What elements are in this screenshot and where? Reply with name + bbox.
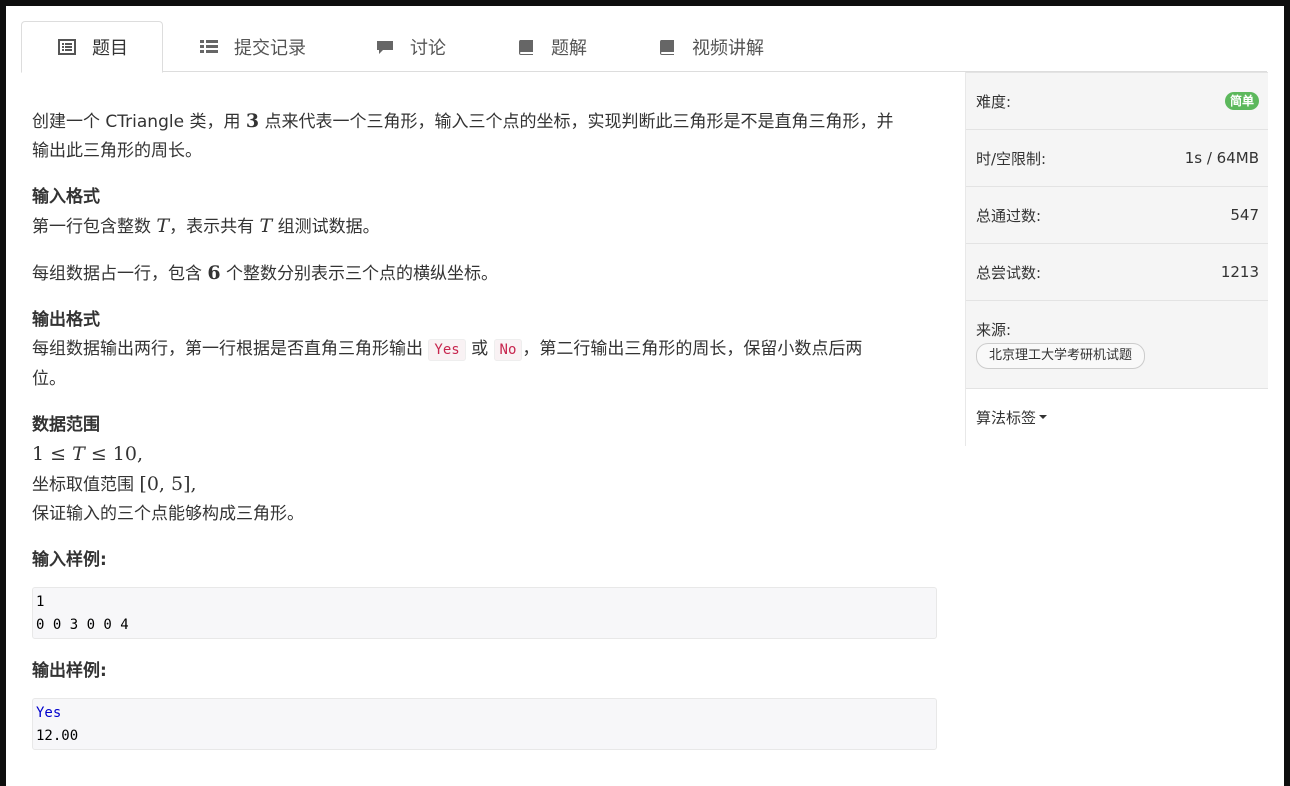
tab-label: 提交记录 (234, 37, 306, 59)
math-var: T (259, 215, 273, 237)
tab-discussion[interactable]: 讨论 (376, 21, 446, 72)
sample-input-heading: 输入样例: (32, 550, 107, 570)
text: 点来代表一个三角形，输入三个点的坐标，实现判断此三角形是不是直角三角形，并 (259, 112, 894, 132)
math-number: 6 (207, 262, 221, 284)
difficulty-row: 难度: 简单 (966, 72, 1268, 130)
tab-solutions[interactable]: 题解 (517, 21, 587, 72)
source-label: 来源: (976, 321, 1012, 339)
algorithm-tags-toggle[interactable]: 算法标签 (966, 389, 1268, 445)
problem-description: 创建一个 CTriangle 类，用 3 点来代表一个三角形，输入三个点的坐标，… (32, 107, 937, 166)
math-var: T (156, 215, 170, 237)
text: 坐标取值范围 (32, 475, 140, 495)
tried-label: 总尝试数: (976, 263, 1042, 282)
tried-value: 1213 (1220, 263, 1259, 281)
text: 组测试数据。 (272, 217, 380, 237)
text: 第一行包含整数 (32, 217, 157, 237)
text: 每组数据占一行，包含 (32, 264, 208, 284)
problem-page: 题目 提交记录 讨论 题解 视频讲解 创建一个 CTriangle 类，用 3 … (6, 6, 1284, 786)
sample-output-heading: 输出样例: (32, 661, 107, 681)
text: 输出此三角形的周长。 (32, 141, 202, 161)
tab-problem[interactable]: 题目 (21, 21, 163, 73)
range-line-1: 1 ≤ T ≤ 10, (32, 440, 937, 470)
text: ，第二行输出三角形的周长，保留小数点后两 (522, 339, 863, 359)
input-heading: 输入格式 (32, 187, 100, 207)
document-list-icon (58, 39, 76, 55)
book-icon (659, 39, 674, 55)
tab-label: 题目 (92, 38, 128, 59)
comment-icon (377, 40, 393, 54)
text: , (190, 473, 197, 495)
math-op: ≤ (84, 443, 113, 465)
input-line-1: 第一行包含整数 T，表示共有 T 组测试数据。 (32, 212, 937, 242)
caret-down-icon (1039, 415, 1048, 419)
range-line-2: 坐标取值范围 [0, 5], (32, 470, 937, 500)
difficulty-badge: 简单 (1224, 92, 1259, 110)
tab-label: 视频讲解 (692, 37, 764, 59)
list-icon (200, 39, 218, 53)
tab-video[interactable]: 视频讲解 (658, 21, 764, 72)
passed-label: 总通过数: (976, 206, 1042, 225)
sample-input-block[interactable]: 1 0 0 3 0 0 4 (32, 587, 937, 639)
text: 个整数分别表示三个点的横纵坐标。 (220, 264, 499, 284)
input-line-2: 每组数据占一行，包含 6 个整数分别表示三个点的横纵坐标。 (32, 259, 937, 289)
source-tag[interactable]: 北京理工大学考研机试题 (976, 343, 1146, 369)
code-line: 12.00 (36, 728, 79, 744)
code-line: Yes (36, 705, 62, 721)
tab-label: 题解 (551, 37, 587, 59)
text: 位。 (32, 369, 66, 389)
book-icon (518, 39, 533, 55)
tab-label: 讨论 (410, 37, 446, 59)
range-heading: 数据范围 (32, 415, 100, 435)
math-number: 10 (112, 443, 137, 465)
output-heading: 输出格式 (32, 310, 100, 330)
math-var: T (72, 443, 85, 465)
output-description: 每组数据输出两行，第一行根据是否直角三角形输出 Yes 或 No ，第二行输出三角… (32, 335, 937, 394)
text: , (136, 443, 144, 465)
tried-row: 总尝试数: 1213 (966, 244, 1268, 301)
difficulty-label: 难度: (976, 92, 1012, 111)
problem-info-sidebar: 难度: 简单 时/空限制: 1s / 64MB 总通过数: 547 总尝试数: … (965, 72, 1268, 446)
tab-bar: 题目 提交记录 讨论 题解 视频讲解 (21, 21, 1267, 73)
math-op: ≤ (44, 443, 73, 465)
limit-row: 时/空限制: 1s / 64MB (966, 130, 1268, 187)
text: 或 (465, 339, 494, 359)
limit-label: 时/空限制: (976, 149, 1047, 168)
code-line: 0 0 3 0 0 4 (36, 617, 129, 633)
problem-content: 创建一个 CTriangle 类，用 3 点来代表一个三角形，输入三个点的坐标，… (32, 72, 937, 750)
math-interval: [0, 5] (139, 473, 191, 495)
text: ，表示共有 (169, 217, 260, 237)
tab-submissions[interactable]: 提交记录 (200, 21, 306, 72)
code-yes: Yes (428, 339, 466, 361)
text: 创建一个 CTriangle 类，用 (32, 112, 246, 132)
math-number: 1 (32, 443, 45, 465)
limit-value: 1s / 64MB (1184, 149, 1259, 167)
sample-output-block[interactable]: Yes 12.00 (32, 698, 937, 750)
passed-row: 总通过数: 547 (966, 187, 1268, 244)
code-line: 1 (36, 594, 45, 610)
math-number: 3 (245, 110, 260, 132)
algorithm-tags-label: 算法标签 (976, 408, 1037, 427)
text: 每组数据输出两行，第一行根据是否直角三角形输出 (32, 339, 429, 359)
range-line-3: 保证输入的三个点能够构成三角形。 (32, 504, 304, 524)
code-no: No (493, 339, 523, 361)
passed-value: 547 (1230, 206, 1259, 224)
source-row: 来源: 北京理工大学考研机试题 (966, 301, 1268, 389)
